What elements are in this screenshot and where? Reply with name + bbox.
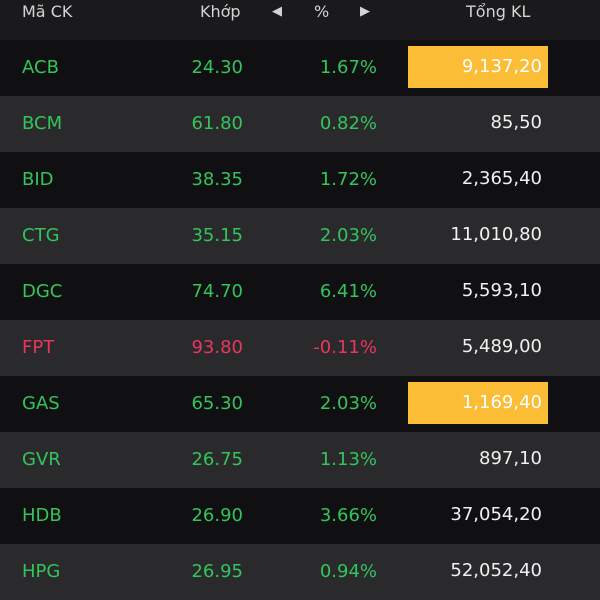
stock-percent: -0.11% bbox=[313, 337, 377, 358]
stock-volume: 2,365,40 bbox=[461, 168, 542, 189]
table-row[interactable]: ACB 24.30 1.67% 9,137,20 bbox=[0, 40, 600, 96]
table-row[interactable]: GVR 26.75 1.13% 897,10 bbox=[0, 432, 600, 488]
stock-volume: 897,10 bbox=[479, 448, 542, 469]
stock-percent: 1.13% bbox=[319, 449, 377, 470]
stock-percent: 0.82% bbox=[319, 113, 377, 134]
stock-price: 38.35 bbox=[191, 169, 243, 190]
stock-percent: 2.03% bbox=[319, 225, 377, 246]
stock-code: HDB bbox=[22, 505, 62, 526]
stock-volume: 37,054,20 bbox=[450, 504, 542, 525]
arrow-left-icon[interactable]: ◀ bbox=[272, 2, 282, 22]
stock-code: GAS bbox=[22, 393, 60, 414]
stock-volume: 11,010,80 bbox=[450, 224, 542, 245]
stock-code: DGC bbox=[22, 281, 63, 302]
header-percent[interactable]: % bbox=[314, 2, 329, 22]
stock-code: ACB bbox=[22, 57, 59, 78]
stock-code: BID bbox=[22, 169, 54, 190]
stock-price: 35.15 bbox=[191, 225, 243, 246]
stock-price: 26.95 bbox=[191, 561, 243, 582]
stock-volume: 85,50 bbox=[490, 112, 542, 133]
stock-board: Mã CK Khớp ◀ % ▶ Tổng KL ACB 24.30 1.67%… bbox=[0, 0, 600, 600]
table-row[interactable]: FPT 93.80 -0.11% 5,489,00 bbox=[0, 320, 600, 376]
stock-volume: 52,052,40 bbox=[450, 560, 542, 581]
stock-code: HPG bbox=[22, 561, 61, 582]
stock-volume: 5,593,10 bbox=[461, 280, 542, 301]
table-row[interactable]: HDB 26.90 3.66% 37,054,20 bbox=[0, 488, 600, 544]
stock-code: BCM bbox=[22, 113, 63, 134]
stock-percent: 6.41% bbox=[319, 281, 377, 302]
table-row[interactable]: GAS 65.30 2.03% 1,169,40 bbox=[0, 376, 600, 432]
stock-price: 65.30 bbox=[191, 393, 243, 414]
stock-volume: 1,169,40 bbox=[408, 382, 548, 424]
table-row[interactable]: HPG 26.95 0.94% 52,052,40 bbox=[0, 544, 600, 600]
table-row[interactable]: BID 38.35 1.72% 2,365,40 bbox=[0, 152, 600, 208]
stock-code: CTG bbox=[22, 225, 60, 246]
stock-volume: 9,137,20 bbox=[408, 46, 548, 88]
stock-price: 74.70 bbox=[191, 281, 243, 302]
stock-code: FPT bbox=[22, 337, 55, 358]
stock-percent: 0.94% bbox=[319, 561, 377, 582]
table-row[interactable]: CTG 35.15 2.03% 11,010,80 bbox=[0, 208, 600, 264]
stock-percent: 3.66% bbox=[319, 505, 377, 526]
stock-percent: 1.72% bbox=[319, 169, 377, 190]
stock-volume: 5,489,00 bbox=[461, 336, 542, 357]
stock-list: ACB 24.30 1.67% 9,137,20 BCM 61.80 0.82%… bbox=[0, 40, 600, 600]
stock-price: 26.75 bbox=[191, 449, 243, 470]
stock-price: 61.80 bbox=[191, 113, 243, 134]
stock-price: 26.90 bbox=[191, 505, 243, 526]
stock-code: GVR bbox=[22, 449, 61, 470]
header-volume[interactable]: Tổng KL bbox=[466, 2, 530, 22]
stock-price: 93.80 bbox=[191, 337, 243, 358]
stock-percent: 2.03% bbox=[319, 393, 377, 414]
header-code[interactable]: Mã CK bbox=[22, 2, 72, 22]
table-row[interactable]: DGC 74.70 6.41% 5,593,10 bbox=[0, 264, 600, 320]
stock-price: 24.30 bbox=[191, 57, 243, 78]
stock-percent: 1.67% bbox=[319, 57, 377, 78]
table-header: Mã CK Khớp ◀ % ▶ Tổng KL bbox=[0, 0, 600, 40]
arrow-right-icon[interactable]: ▶ bbox=[360, 2, 370, 22]
table-row[interactable]: BCM 61.80 0.82% 85,50 bbox=[0, 96, 600, 152]
header-price[interactable]: Khớp bbox=[200, 2, 241, 22]
